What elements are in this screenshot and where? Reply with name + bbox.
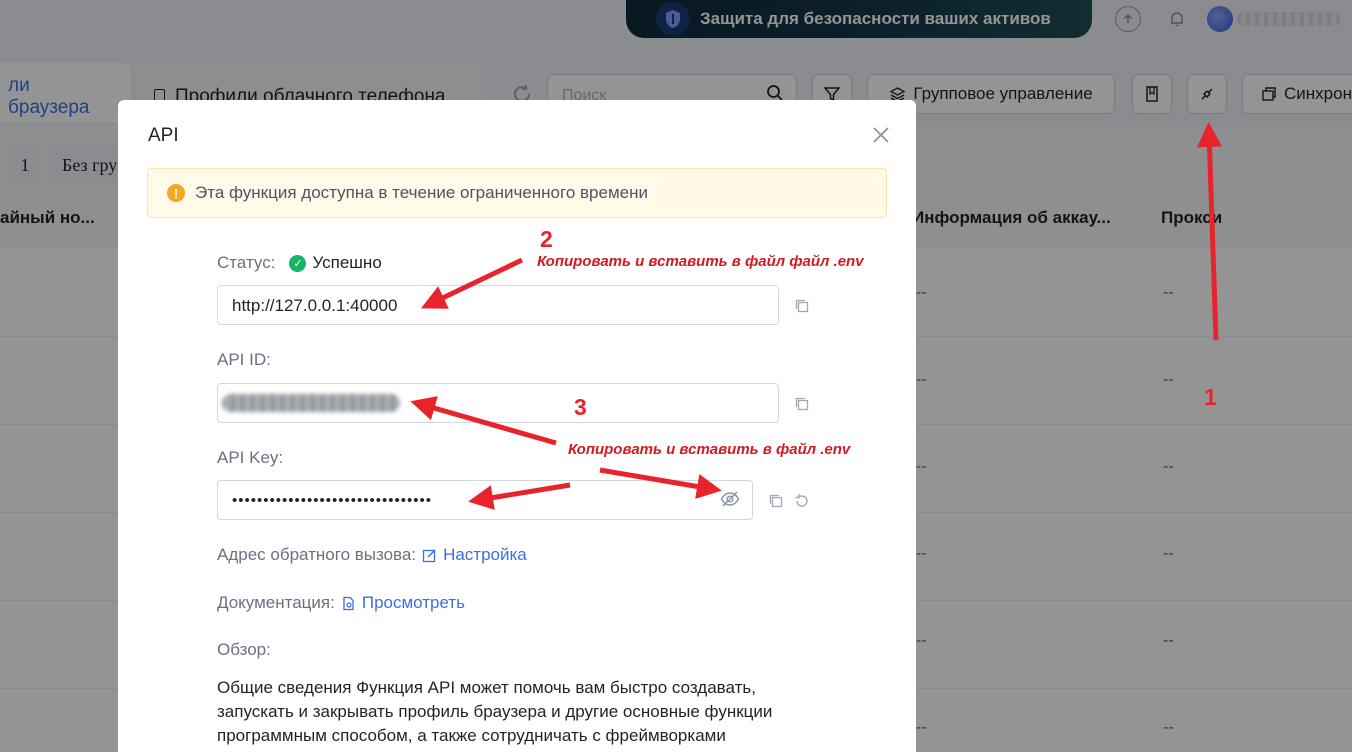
note-copy-url: Копировать и вставить в файл файл .env [537,253,864,270]
arrow-to-eye-toggle [599,467,722,499]
step-2-label: 2 [540,226,553,252]
arrow-to-api-key [468,482,571,510]
annotation-arrows [410,122,1222,510]
step-3-label: 3 [574,394,587,420]
arrow-to-api-id [410,396,557,446]
arrow-to-api-button [1197,122,1222,341]
step-1-label: 1 [1204,384,1217,410]
arrow-to-url [420,257,524,309]
note-copy-credentials: Копировать и вставить в файл .env [568,441,851,458]
